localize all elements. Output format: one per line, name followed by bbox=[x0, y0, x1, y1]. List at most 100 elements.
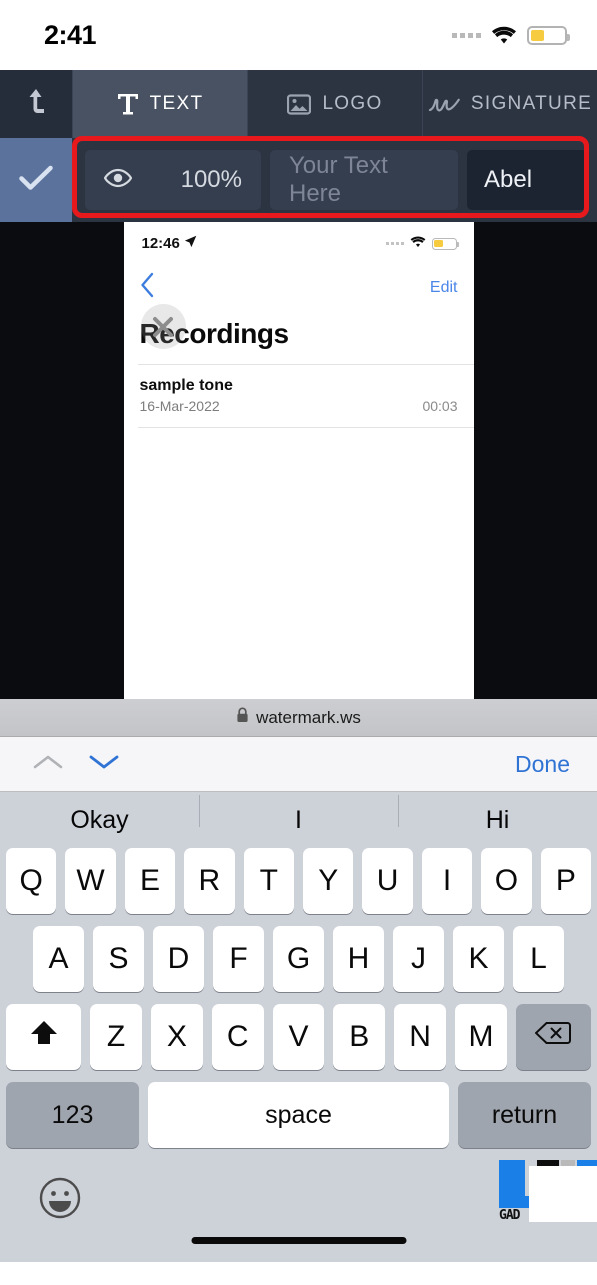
done-button[interactable]: Done bbox=[515, 751, 570, 778]
suggestion-item[interactable]: Okay bbox=[0, 806, 199, 835]
key-g[interactable]: G bbox=[273, 926, 324, 992]
recording-date: 16-Mar-2022 bbox=[139, 398, 220, 414]
eye-icon bbox=[103, 168, 133, 193]
location-arrow-icon bbox=[184, 235, 197, 252]
backspace-key[interactable] bbox=[515, 1004, 591, 1070]
key-d[interactable]: D bbox=[153, 926, 204, 992]
backspace-icon bbox=[534, 1020, 572, 1054]
status-bar: 2:41 bbox=[0, 0, 597, 70]
key-l[interactable]: L bbox=[513, 926, 564, 992]
battery-icon bbox=[527, 25, 570, 45]
key-x[interactable]: X bbox=[150, 1004, 203, 1070]
opacity-value: 100% bbox=[180, 166, 242, 193]
keyboard-row-1: Q W E R T Y U I O P bbox=[0, 848, 597, 926]
divider bbox=[137, 427, 474, 428]
keyboard-row-2: A S D F G H J K L bbox=[0, 926, 597, 1004]
tab-text-label: TEXT bbox=[149, 93, 204, 114]
preview-time: 12:46 bbox=[142, 235, 197, 252]
opacity-control[interactable]: 100% bbox=[85, 150, 261, 210]
app-screen: 2:41 TEXT LOGO SIGNATURE 100% Your Text … bbox=[0, 0, 597, 1285]
font-selector[interactable]: Abel bbox=[467, 150, 587, 210]
shift-arrow-icon bbox=[29, 1019, 59, 1055]
suggestion-item[interactable]: Hi bbox=[398, 794, 597, 835]
key-r[interactable]: R bbox=[184, 848, 235, 914]
key-o[interactable]: O bbox=[481, 848, 532, 914]
key-t[interactable]: T bbox=[243, 848, 294, 914]
watermark-logo-text: GAD bbox=[499, 1208, 521, 1222]
recording-name: sample tone bbox=[139, 377, 233, 394]
image-icon bbox=[287, 93, 312, 115]
key-a[interactable]: A bbox=[33, 926, 84, 992]
confirm-button[interactable] bbox=[0, 138, 72, 222]
key-w[interactable]: W bbox=[65, 848, 116, 914]
preview-edit-button[interactable]: Edit bbox=[430, 279, 458, 297]
preview-document[interactable]: 12:46 Edit Recordings sample tone 16-Mar… bbox=[123, 222, 474, 699]
options-group: 100% Your Text Here Abel bbox=[72, 138, 597, 222]
preview-nav-bar: Edit bbox=[124, 265, 474, 310]
lock-icon bbox=[236, 707, 249, 728]
keyboard-row-3: Z X C V B N M bbox=[0, 1004, 597, 1082]
numbers-key[interactable]: 123 bbox=[6, 1082, 140, 1148]
keyboard-bottom-bar: GAD bbox=[0, 1160, 597, 1262]
key-p[interactable]: P bbox=[540, 848, 592, 914]
checkmark-icon bbox=[19, 165, 53, 196]
key-k[interactable]: K bbox=[453, 926, 504, 992]
text-options-toolbar: 100% Your Text Here Abel bbox=[0, 138, 597, 222]
key-b[interactable]: B bbox=[333, 1004, 386, 1070]
preview-status-bar: 12:46 bbox=[124, 222, 474, 265]
emoji-smiley-icon[interactable] bbox=[38, 1176, 82, 1220]
upload-button[interactable] bbox=[0, 70, 72, 138]
keyboard-row-4: 123 space return bbox=[0, 1082, 597, 1162]
key-n[interactable]: N bbox=[394, 1004, 447, 1070]
browser-url-bar[interactable]: watermark.ws bbox=[0, 699, 597, 737]
battery-icon bbox=[431, 237, 459, 250]
chevron-up-icon[interactable] bbox=[32, 752, 64, 777]
recording-duration: 00:03 bbox=[422, 398, 458, 414]
tool-tab-bar: TEXT LOGO SIGNATURE bbox=[0, 70, 597, 138]
watermark-text-input[interactable]: Your Text Here bbox=[270, 150, 458, 210]
key-z[interactable]: Z bbox=[90, 1004, 142, 1070]
signal-dots-icon bbox=[452, 32, 481, 38]
key-e[interactable]: E bbox=[124, 848, 176, 914]
tab-signature-label: SIGNATURE bbox=[470, 93, 593, 114]
recording-meta: 16-Mar-2022 00:03 bbox=[140, 398, 458, 414]
chevron-down-icon[interactable] bbox=[88, 752, 120, 777]
site-watermark-logo: GAD bbox=[497, 1160, 597, 1222]
key-u[interactable]: U bbox=[362, 848, 413, 914]
key-i[interactable]: I bbox=[421, 848, 473, 914]
key-f[interactable]: F bbox=[213, 926, 264, 992]
return-key[interactable]: return bbox=[457, 1082, 592, 1148]
signal-dots-icon bbox=[385, 242, 404, 245]
home-indicator bbox=[191, 1237, 406, 1244]
shift-key[interactable] bbox=[6, 1004, 82, 1070]
wifi-icon bbox=[410, 235, 426, 253]
tab-logo[interactable]: LOGO bbox=[247, 70, 422, 138]
status-bar-indicators bbox=[452, 25, 570, 45]
text-t-icon bbox=[117, 92, 139, 116]
suggestion-item[interactable]: I bbox=[199, 794, 398, 835]
key-m[interactable]: M bbox=[455, 1004, 507, 1070]
close-x-icon[interactable] bbox=[140, 304, 186, 349]
tab-logo-label: LOGO bbox=[322, 93, 383, 114]
chevron-left-icon[interactable] bbox=[140, 272, 154, 304]
key-q[interactable]: Q bbox=[5, 848, 57, 914]
status-bar-time: 2:41 bbox=[44, 19, 97, 50]
ios-keyboard: Okay I Hi Q W E R T Y U I O P A S D F G … bbox=[0, 792, 597, 1262]
url-host: watermark.ws bbox=[256, 707, 361, 727]
space-key[interactable]: space bbox=[148, 1082, 449, 1148]
signature-scribble-icon bbox=[428, 93, 460, 115]
tab-text[interactable]: TEXT bbox=[72, 70, 247, 138]
key-y[interactable]: Y bbox=[303, 848, 354, 914]
tab-signature[interactable]: SIGNATURE bbox=[422, 70, 597, 138]
preview-canvas: 12:46 Edit Recordings sample tone 16-Mar… bbox=[0, 222, 597, 699]
list-item[interactable]: sample tone 16-Mar-2022 00:03 bbox=[124, 365, 474, 427]
wifi-icon bbox=[491, 26, 517, 45]
key-c[interactable]: C bbox=[211, 1004, 264, 1070]
keyboard-accessory-bar: Done bbox=[0, 737, 597, 792]
form-navigation bbox=[32, 752, 120, 777]
key-h[interactable]: H bbox=[333, 926, 384, 992]
key-j[interactable]: J bbox=[393, 926, 444, 992]
key-v[interactable]: V bbox=[272, 1004, 325, 1070]
upload-arrow-icon bbox=[25, 87, 47, 122]
key-s[interactable]: S bbox=[93, 926, 144, 992]
